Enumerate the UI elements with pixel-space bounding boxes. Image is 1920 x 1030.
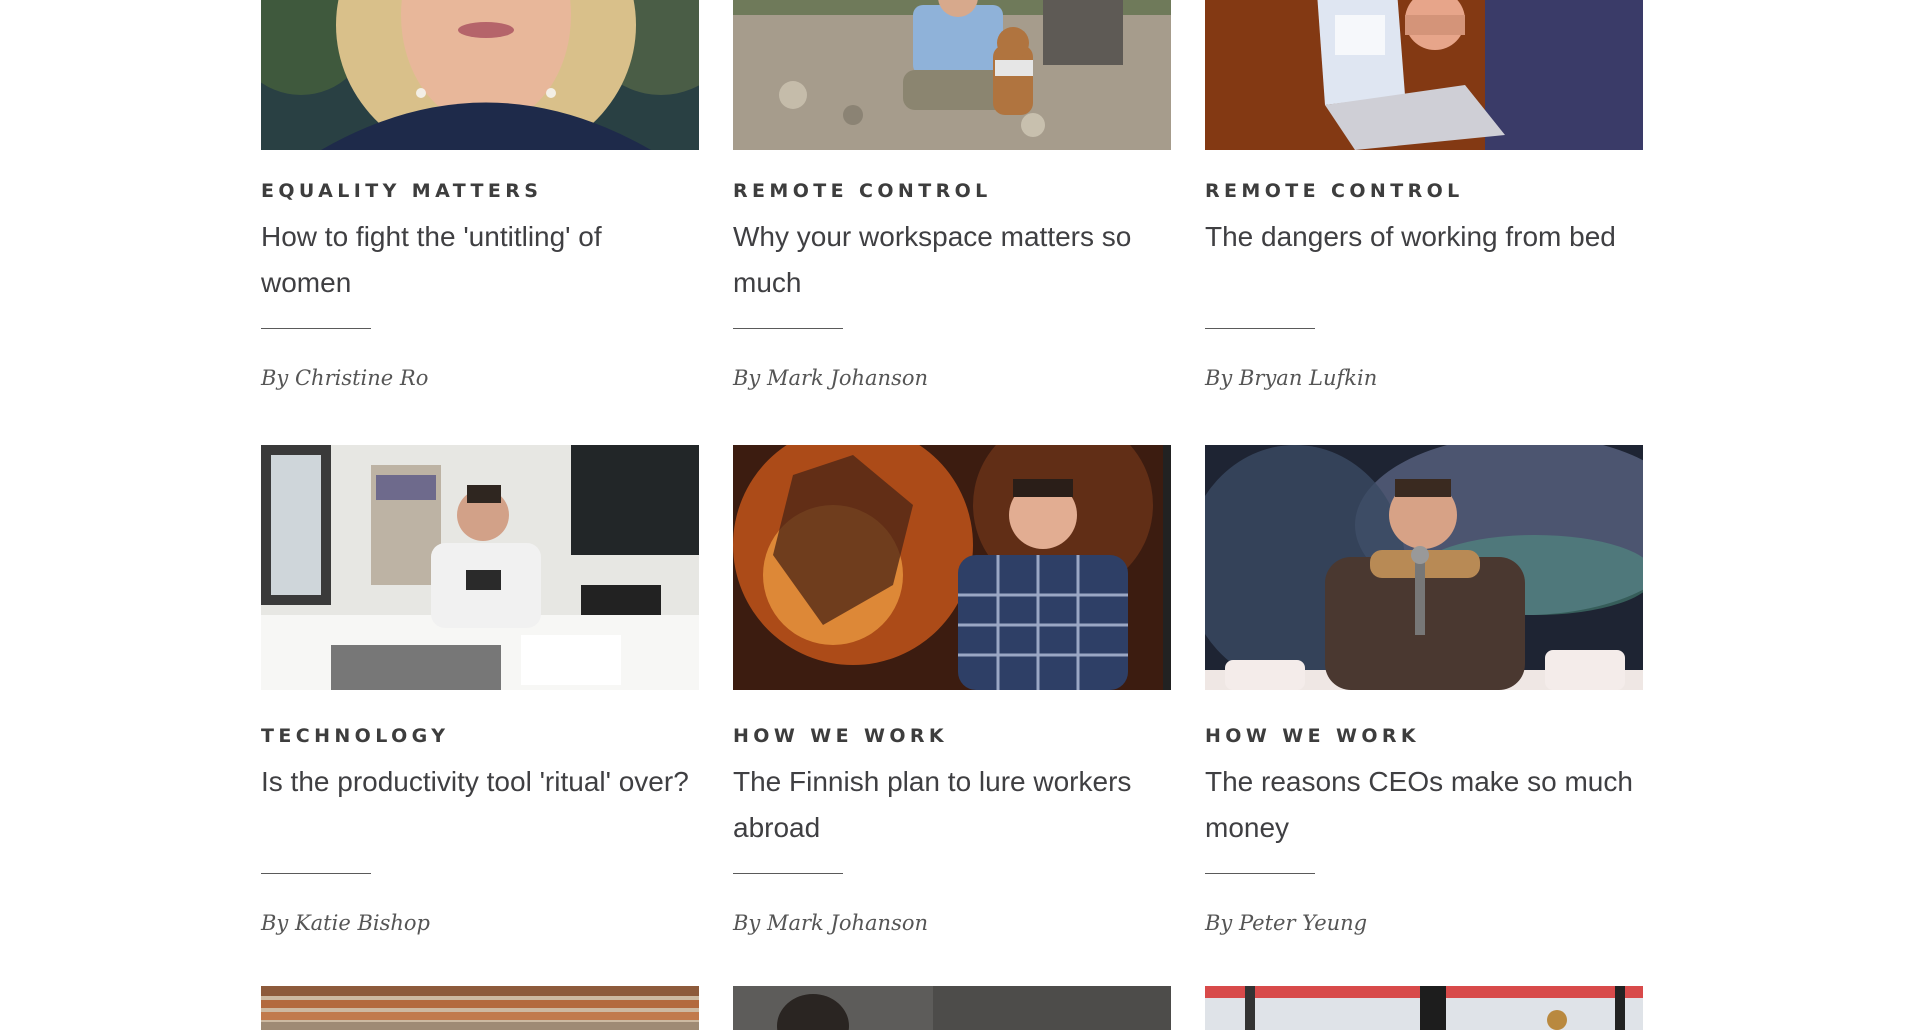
woman-blonde-portrait-photo — [261, 0, 699, 150]
article-headline[interactable]: How to fight the 'untitling' of women — [261, 214, 699, 306]
man-at-desk-with-phone-photo — [261, 445, 699, 690]
article-category[interactable]: Technology — [261, 725, 449, 747]
man-in-front-of-dragon-mural-photo — [733, 445, 1171, 690]
divider — [733, 328, 843, 329]
article-headline[interactable]: Is the productivity tool 'ritual' over? — [261, 759, 699, 805]
article-byline: By Mark Johanson — [733, 911, 929, 935]
article-thumbnail[interactable] — [733, 445, 1171, 690]
article-category[interactable]: Equality Matters — [261, 180, 542, 202]
article-thumbnail[interactable] — [733, 0, 1171, 150]
article-headline[interactable]: The dangers of working from bed — [1205, 214, 1643, 260]
article-thumbnail[interactable] — [1205, 445, 1643, 690]
divider — [1205, 873, 1315, 874]
article-byline: By Mark Johanson — [733, 366, 929, 390]
divider — [261, 873, 371, 874]
article-category[interactable]: Remote Control — [1205, 180, 1464, 202]
article-thumbnail[interactable] — [1205, 986, 1643, 1030]
article-thumbnail[interactable] — [261, 0, 699, 150]
article-thumbnail[interactable] — [261, 986, 699, 1030]
divider — [1205, 328, 1315, 329]
article-headline[interactable]: The Finnish plan to lure workers abroad — [733, 759, 1171, 851]
man-with-microphone-on-stage-photo — [1205, 445, 1643, 690]
article-thumbnail[interactable] — [261, 445, 699, 690]
article-headline[interactable]: The reasons CEOs make so much money — [1205, 759, 1643, 851]
article-headline[interactable]: Why your workspace matters so much — [733, 214, 1171, 306]
woman-with-braids-photo — [733, 986, 1171, 1030]
office-window-photo — [1205, 986, 1643, 1030]
man-sitting-with-dog-photo — [733, 0, 1171, 150]
aerial-housing-rooftops-photo — [261, 986, 699, 1030]
laptop-on-bed-photo — [1205, 0, 1643, 150]
article-category[interactable]: How We Work — [733, 725, 948, 747]
article-byline: By Katie Bishop — [261, 911, 430, 935]
article-thumbnail[interactable] — [1205, 0, 1643, 150]
article-category[interactable]: How We Work — [1205, 725, 1420, 747]
article-byline: By Peter Yeung — [1205, 911, 1368, 935]
article-byline: By Bryan Lufkin — [1205, 366, 1378, 390]
article-thumbnail[interactable] — [733, 986, 1171, 1030]
article-category[interactable]: Remote Control — [733, 180, 992, 202]
divider — [261, 328, 371, 329]
article-byline: By Christine Ro — [261, 366, 429, 390]
divider — [733, 873, 843, 874]
